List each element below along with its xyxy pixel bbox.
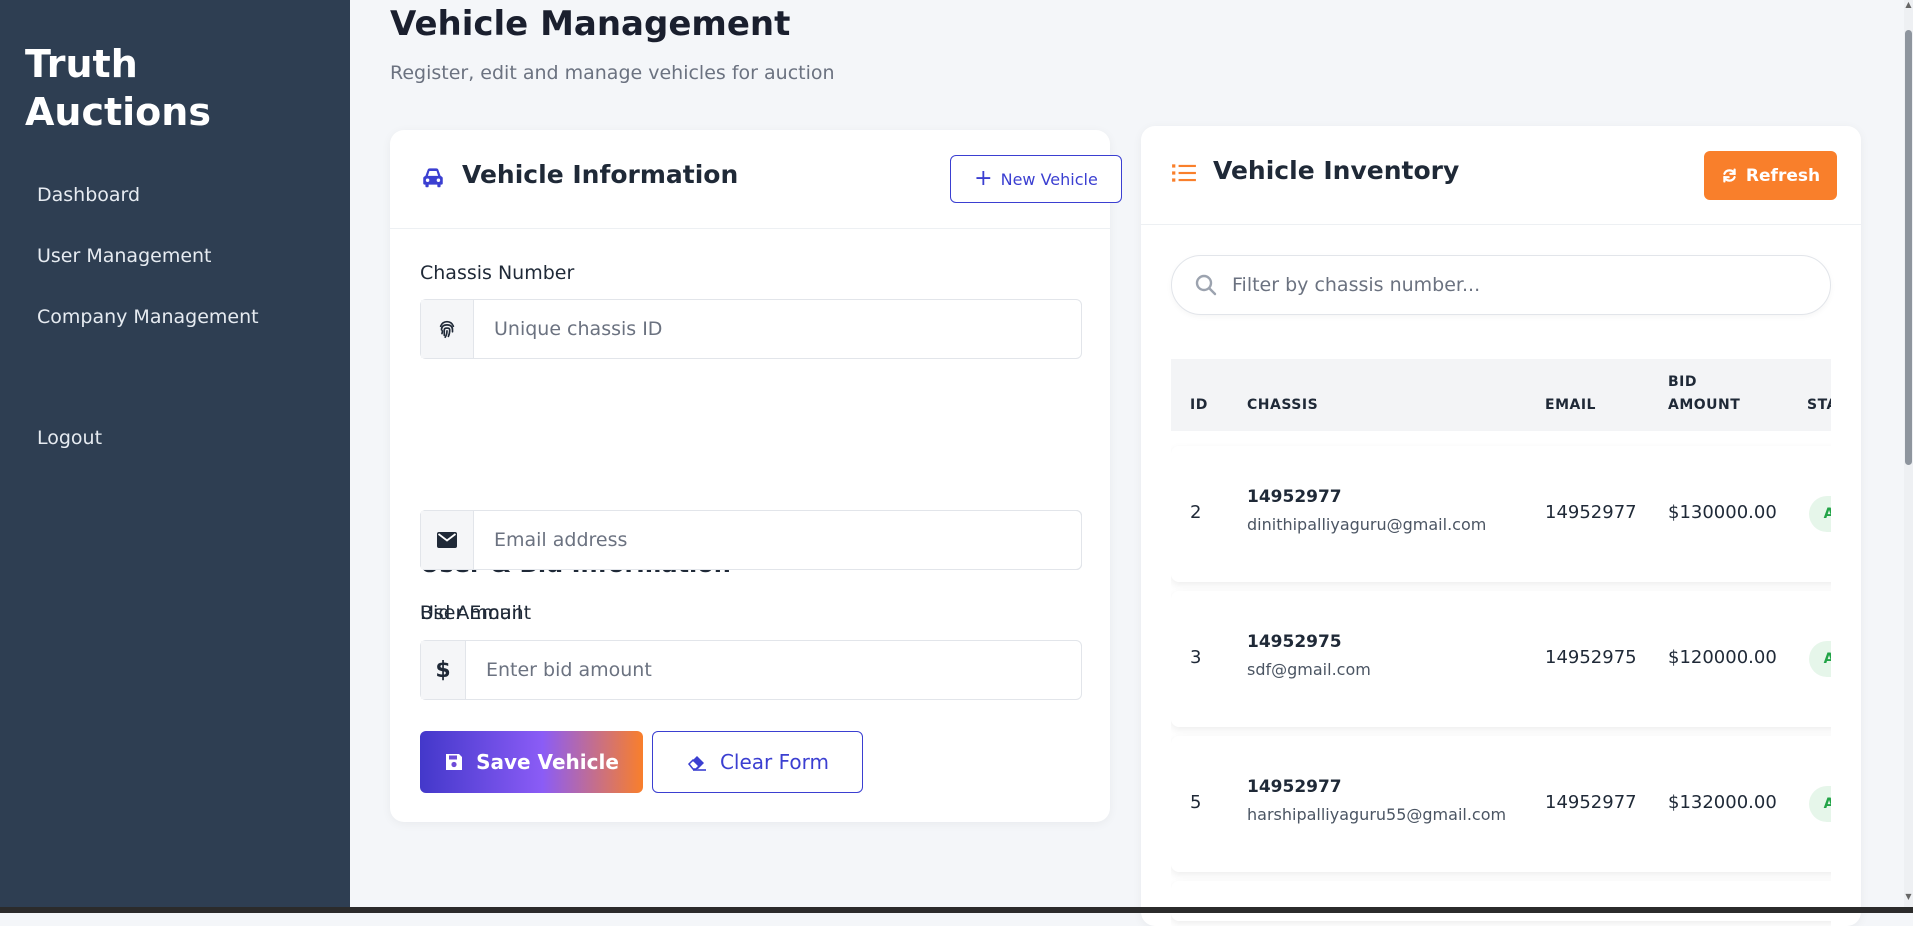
refresh-icon [1723, 168, 1736, 183]
table-row[interactable]: 3 14952975 sdf@gmail.com 14952975 $12000… [1171, 591, 1831, 727]
new-vehicle-button[interactable]: + New Vehicle [950, 155, 1122, 203]
cell-email: 14952977 [1545, 792, 1637, 813]
cell-id: 3 [1190, 647, 1202, 668]
sidebar-item-company-management[interactable]: Company Management [37, 298, 259, 359]
car-icon [423, 168, 443, 188]
card-header: Vehicle Information + New Vehicle [390, 130, 1122, 229]
column-header-chassis[interactable]: CHASSIS [1247, 394, 1318, 417]
cell-email: 14952977 [1545, 502, 1637, 523]
envelope-icon [421, 511, 474, 569]
bid-input[interactable] [466, 641, 1081, 699]
plus-icon: + [974, 166, 993, 191]
cell-bid-amount: $132000.00 [1668, 792, 1777, 813]
cell-bid-amount: $130000.00 [1668, 502, 1777, 523]
clear-form-button[interactable]: Clear Form [652, 731, 863, 793]
brand-title: Truth Auctions [25, 42, 211, 134]
chassis-input-group [420, 299, 1082, 359]
page-title: Vehicle Management [390, 4, 791, 44]
dollar-addon: $ [421, 641, 466, 699]
list-icon [1172, 164, 1196, 182]
email-input[interactable] [474, 511, 1081, 569]
scroll-down-arrow-icon[interactable]: ▼ [1904, 892, 1913, 902]
save-vehicle-button[interactable]: Save Vehicle [420, 731, 643, 793]
cell-chassis: 14952977 [1247, 487, 1342, 507]
table-row[interactable] [1171, 881, 1831, 921]
status-badge: A [1809, 641, 1831, 677]
save-vehicle-label: Save Vehicle [476, 750, 619, 774]
chassis-label: Chassis Number [420, 262, 575, 284]
cell-user-email: harshipalliyaguru55@gmail.com [1247, 805, 1507, 824]
sidebar-item-user-management[interactable]: User Management [37, 237, 259, 298]
new-vehicle-label: New Vehicle [1000, 169, 1098, 189]
chassis-input[interactable] [474, 300, 1081, 358]
scroll-up-arrow-icon[interactable]: ▲ [1904, 0, 1913, 10]
eraser-icon [687, 756, 706, 771]
status-badge: A [1809, 786, 1831, 822]
cell-id: 2 [1190, 502, 1202, 523]
search-icon [1195, 274, 1217, 296]
fingerprint-icon [421, 300, 474, 358]
table-header: ID CHASSIS EMAIL BID AMOUNT STA [1171, 359, 1831, 431]
cell-user-email: sdf@gmail.com [1247, 660, 1371, 679]
table-row[interactable]: 2 14952977 dinithipalliyaguru@gmail.com … [1171, 446, 1831, 582]
cell-id: 5 [1190, 792, 1202, 813]
column-header-status[interactable]: STA [1807, 394, 1831, 417]
email-input-group [420, 510, 1082, 570]
column-header-email[interactable]: EMAIL [1545, 394, 1596, 417]
page-subtitle: Register, edit and manage vehicles for a… [390, 62, 835, 84]
clear-form-label: Clear Form [719, 750, 830, 774]
scroll-thumb[interactable] [1905, 30, 1912, 465]
floppy-disk-icon [446, 754, 463, 770]
cell-email: 14952975 [1545, 647, 1637, 668]
scrollbar[interactable]: ▲ ▼ [1904, 0, 1913, 913]
card-header: Vehicle Inventory Refresh [1141, 126, 1861, 225]
card-title: Vehicle Information [462, 160, 739, 189]
table-row[interactable]: 5 14952977 harshipalliyaguru55@gmail.com… [1171, 736, 1831, 872]
cell-chassis: 14952977 [1247, 777, 1342, 797]
card-title: Vehicle Inventory [1213, 156, 1460, 185]
vehicle-information-card: Vehicle Information + New Vehicle Chassi… [390, 130, 1122, 822]
sidebar-nav: Dashboard User Management Company Manage… [37, 176, 259, 359]
search-input[interactable] [1218, 274, 1830, 296]
search-bar [1171, 255, 1831, 315]
column-header-id[interactable]: ID [1190, 394, 1208, 417]
status-badge: A [1809, 496, 1831, 532]
bid-input-group: $ [420, 640, 1082, 700]
bid-label: Bid Amount [420, 602, 532, 624]
bottom-bar [0, 907, 1913, 913]
vehicle-inventory-card: Vehicle Inventory Refresh ID CHA [1141, 126, 1861, 926]
sidebar: Truth Auctions Dashboard User Management… [0, 0, 350, 913]
sidebar-item-dashboard[interactable]: Dashboard [37, 176, 259, 237]
sidebar-item-logout[interactable]: Logout [37, 419, 102, 457]
refresh-label: Refresh [1745, 165, 1821, 186]
cell-bid-amount: $120000.00 [1668, 647, 1777, 668]
refresh-button[interactable]: Refresh [1704, 151, 1837, 200]
main-content: Vehicle Management Register, edit and ma… [350, 0, 1913, 926]
column-header-bid-amount[interactable]: BID AMOUNT [1668, 371, 1748, 417]
cell-chassis: 14952975 [1247, 632, 1342, 652]
cell-user-email: dinithipalliyaguru@gmail.com [1247, 515, 1487, 534]
inventory-table: ID CHASSIS EMAIL BID AMOUNT STA 2 149529… [1171, 359, 1831, 926]
